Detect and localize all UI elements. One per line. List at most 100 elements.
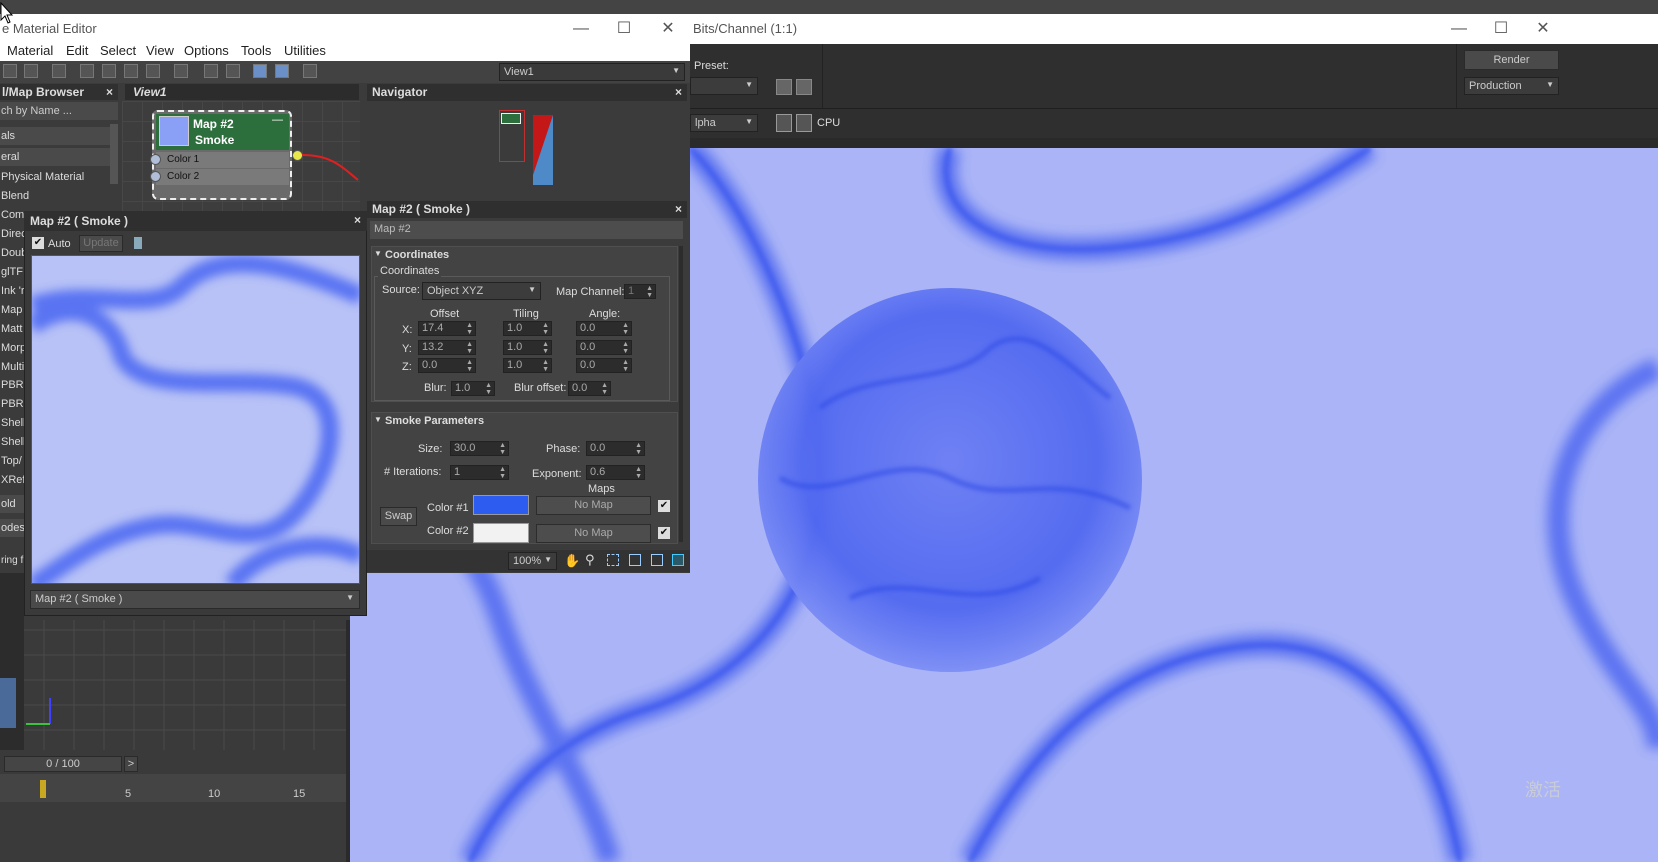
put-material-icon[interactable] (24, 64, 38, 78)
coordinates-rollout-title[interactable]: Coordinates (385, 249, 449, 261)
menu-options[interactable]: Options (184, 43, 229, 58)
preview-map-dropdown[interactable]: Map #2 ( Smoke ) ▼ (30, 590, 360, 609)
swap-button[interactable]: Swap (380, 507, 417, 526)
zoom-extents-icon[interactable] (629, 554, 641, 566)
view-tab[interactable]: View1 (125, 84, 359, 100)
color2-swatch[interactable] (473, 523, 529, 543)
update-button[interactable]: Update (79, 235, 123, 252)
show-map-icon[interactable] (124, 64, 138, 78)
color2-map-checkbox[interactable]: ✔ (658, 527, 670, 539)
next-frame-button[interactable]: > (124, 756, 138, 772)
node-input-color2[interactable]: Color 2 (150, 169, 289, 185)
preview-header[interactable]: Map #2 ( Smoke ) × (24, 211, 367, 231)
browser-item[interactable]: Blend (0, 187, 110, 205)
close-icon[interactable]: ✕ (1528, 18, 1558, 40)
zoom-region-icon[interactable] (607, 554, 619, 566)
exponent-spinner[interactable]: 0.6 ▲ ▼ (586, 465, 645, 480)
map-channel-spinner[interactable]: 1 ▲ ▼ (624, 284, 656, 299)
menu-view[interactable]: View (146, 43, 174, 58)
zoom-selected-icon[interactable] (651, 554, 663, 566)
material-browser-icon[interactable] (275, 64, 289, 78)
viewcube-icon[interactable] (0, 678, 16, 728)
edit-preset-icon[interactable] (796, 79, 812, 95)
save-preset-icon[interactable] (776, 79, 792, 95)
minimize-icon[interactable]: — (1444, 18, 1474, 40)
minimize-icon[interactable]: — (566, 18, 596, 40)
time-marker[interactable] (40, 780, 46, 798)
eyedropper-icon[interactable] (134, 237, 142, 249)
scrollbar[interactable] (679, 246, 683, 542)
view-dropdown[interactable]: View1 ▼ (499, 63, 685, 81)
auto-checkbox[interactable]: ✔ (32, 237, 44, 249)
menu-select[interactable]: Select (100, 43, 136, 58)
menu-edit[interactable]: Edit (66, 43, 88, 58)
move-children-icon[interactable] (80, 64, 94, 78)
angle-y-spinner[interactable]: 0.0 ▲ ▼ (576, 340, 632, 355)
tiling-z-spinner[interactable]: 1.0 ▲ ▼ (503, 358, 552, 373)
parameter-editor-icon[interactable] (253, 64, 267, 78)
render-frame-titlebar[interactable]: Bits/Channel (1:1) — ☐ ✕ (690, 14, 1658, 44)
time-slider[interactable]: 0 / 100 (4, 756, 122, 772)
pick-material-icon[interactable] (3, 64, 17, 78)
input-socket-icon[interactable] (150, 171, 161, 182)
angle-z-spinner[interactable]: 0.0 ▲ ▼ (576, 358, 632, 373)
tiling-y-spinner[interactable]: 1.0 ▲ ▼ (503, 340, 552, 355)
browser-group[interactable]: eral (0, 148, 110, 166)
material-editor-titlebar[interactable]: e Material Editor — ☐ ✕ (0, 14, 690, 43)
material-id-icon[interactable] (174, 64, 188, 78)
color1-map-checkbox[interactable]: ✔ (658, 500, 670, 512)
angle-x-spinner[interactable]: 0.0 ▲ ▼ (576, 321, 632, 336)
browser-item[interactable]: Physical Material (0, 168, 110, 186)
input-socket-icon[interactable] (150, 154, 161, 165)
viewport-grid[interactable] (24, 620, 350, 750)
iterations-spinner[interactable]: 1 ▲ ▼ (450, 465, 509, 480)
maximize-icon[interactable]: ☐ (609, 18, 639, 40)
close-icon[interactable]: × (675, 85, 682, 99)
menu-utilities[interactable]: Utilities (284, 43, 326, 58)
preset-dropdown[interactable]: ▼ (690, 77, 758, 95)
splitter[interactable] (346, 620, 350, 862)
navigator-area[interactable] (367, 101, 687, 193)
menu-material[interactable]: Material (7, 43, 53, 58)
delete-icon[interactable] (52, 64, 66, 78)
channel-dropdown[interactable]: lpha ▼ (690, 114, 758, 132)
rollout-arrow-icon[interactable]: ▼ (374, 415, 382, 424)
layout-icon[interactable] (204, 64, 218, 78)
node-input-color1[interactable]: Color 1 (150, 152, 289, 168)
layout-children-icon[interactable] (226, 64, 240, 78)
close-icon[interactable]: × (354, 213, 361, 227)
fit-icon[interactable] (672, 554, 684, 566)
display-icon[interactable] (776, 114, 792, 132)
magic-icon[interactable] (303, 64, 317, 78)
source-dropdown[interactable]: Object XYZ ▼ (422, 282, 541, 300)
browser-group[interactable]: als (0, 127, 110, 145)
close-icon[interactable]: × (675, 202, 682, 216)
display-toggle-icon[interactable] (796, 114, 812, 132)
color1-map-button[interactable]: No Map (536, 496, 651, 515)
scrollbar[interactable] (110, 124, 118, 184)
production-dropdown[interactable]: Production ▼ (1464, 77, 1559, 95)
close-icon[interactable]: × (106, 85, 113, 99)
offset-z-spinner[interactable]: 0.0 ▲ ▼ (418, 358, 476, 373)
show-background-icon[interactable] (146, 64, 160, 78)
offset-y-spinner[interactable]: 13.2 ▲ ▼ (418, 340, 476, 355)
maximize-icon[interactable]: ☐ (1486, 18, 1516, 40)
browser-search-input[interactable]: ch by Name ... (0, 102, 118, 120)
blur-spinner[interactable]: 1.0 ▲ ▼ (451, 381, 495, 396)
menu-tools[interactable]: Tools (241, 43, 271, 58)
rollout-arrow-icon[interactable]: ▼ (374, 249, 382, 258)
smoke-rollout-title[interactable]: Smoke Parameters (385, 415, 484, 427)
size-spinner[interactable]: 30.0 ▲ ▼ (450, 441, 509, 456)
color1-swatch[interactable] (473, 495, 529, 515)
tiling-x-spinner[interactable]: 1.0 ▲ ▼ (503, 321, 552, 336)
render-button[interactable]: Render (1464, 50, 1559, 70)
zoom-icon[interactable]: ⚲ (585, 552, 595, 568)
color2-map-button[interactable]: No Map (536, 524, 651, 543)
phase-spinner[interactable]: 0.0 ▲ ▼ (586, 441, 645, 456)
assign-material-icon[interactable] (102, 64, 116, 78)
blur-offset-spinner[interactable]: 0.0 ▲ ▼ (568, 381, 611, 396)
zoom-dropdown[interactable]: 100% ▼ (508, 552, 557, 570)
node-header[interactable]: Map #2 Smoke — (156, 114, 289, 150)
close-icon[interactable]: ✕ (653, 18, 683, 40)
map-name-input[interactable]: Map #2 (370, 221, 683, 239)
